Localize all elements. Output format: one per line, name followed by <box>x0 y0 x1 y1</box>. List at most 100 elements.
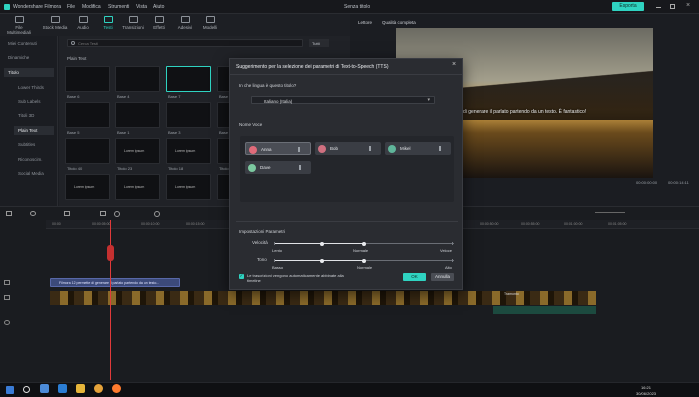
thumb-label: Base 4 <box>117 94 130 99</box>
menu-vista[interactable]: Vista <box>136 4 147 10</box>
text-template-thumb[interactable] <box>65 102 110 128</box>
color-icon[interactable] <box>154 211 160 217</box>
text-template-thumb[interactable] <box>166 102 211 128</box>
tab-player[interactable]: Lettore <box>358 20 372 25</box>
sidebar-item-plain-text[interactable]: Plain Text <box>14 126 54 135</box>
menu-file[interactable]: File <box>67 4 75 10</box>
close-icon[interactable]: × <box>686 2 690 9</box>
dialog-divider <box>236 221 458 222</box>
sidebar-item-lower-thirds[interactable]: Lower Thirds <box>14 83 54 92</box>
speed-icon[interactable] <box>114 211 120 217</box>
voice-card-anna[interactable]: Anna <box>245 142 311 155</box>
task-view-icon[interactable] <box>40 384 49 393</box>
app-logo-icon <box>4 4 10 10</box>
project-name: Senza titolo <box>344 4 371 10</box>
text-template-thumb-selected[interactable] <box>166 66 211 92</box>
playhead-handle[interactable] <box>107 245 114 261</box>
tool-stickers[interactable]: Adesivi <box>172 16 198 30</box>
text-template-thumb[interactable]: Lorem ipsum <box>166 174 211 200</box>
speaker-icon[interactable] <box>298 147 304 152</box>
sidebar-item-3d-titles[interactable]: Titoli 3D <box>14 111 54 120</box>
voice-name: Dave <box>260 165 271 170</box>
text-icon <box>103 16 113 23</box>
speaker-icon[interactable] <box>439 146 445 151</box>
search-taskbar-icon[interactable] <box>23 386 30 393</box>
quality-dropdown[interactable]: Qualità completa <box>382 20 416 25</box>
text-template-thumb[interactable]: Lorem ipsum <box>166 138 211 164</box>
thumb-label: Base 6 <box>67 94 80 99</box>
sidebar-item-titles[interactable]: Titolo <box>4 68 54 77</box>
speaker-icon[interactable] <box>299 165 305 170</box>
language-dropdown[interactable]: Italiano (Italia) ▾ <box>251 96 435 104</box>
maximize-icon[interactable] <box>670 4 675 9</box>
video-track-icon <box>4 295 10 300</box>
grid-icon[interactable] <box>6 211 12 216</box>
text-template-thumb[interactable] <box>115 102 160 128</box>
sidebar-item-subtitles[interactable]: Subtitles <box>14 140 54 149</box>
template-icon <box>205 16 215 23</box>
pitch-marker <box>320 258 324 263</box>
sidebar-item-dynamic[interactable]: Dinamiche <box>4 53 54 62</box>
text-clip[interactable]: Filmora 12 permette di generare il parla… <box>50 278 180 287</box>
tool-stock[interactable]: Stock Media <box>42 16 68 30</box>
dialog-close-icon[interactable]: × <box>452 61 456 68</box>
speed-knob[interactable] <box>362 241 366 246</box>
pitch-slider[interactable] <box>274 258 454 263</box>
tool-templates[interactable]: Modelli <box>197 16 223 30</box>
thumb-label: Titolo 18 <box>168 166 184 171</box>
edge-icon[interactable] <box>58 384 67 393</box>
minimize-icon[interactable] <box>656 7 661 8</box>
tool-audio[interactable]: Audio <box>70 16 96 30</box>
text-tool-icon[interactable] <box>100 211 106 216</box>
tool-text[interactable]: Testi <box>95 16 121 30</box>
stock-icon <box>50 16 60 23</box>
text-template-thumb[interactable]: Lorem ipsum <box>115 138 160 164</box>
sidebar-item-my-content[interactable]: Miei Contenuti <box>4 39 54 48</box>
chrome-icon[interactable] <box>94 384 103 393</box>
text-template-thumb[interactable] <box>115 66 160 92</box>
playhead[interactable] <box>110 220 111 380</box>
tool-media[interactable]: File Multimediali <box>6 16 32 35</box>
filter-dropdown[interactable]: Tutti <box>309 39 329 47</box>
sidebar-item-sub-labels[interactable]: Sub Labels <box>14 97 54 106</box>
text-template-thumb[interactable] <box>65 66 110 92</box>
text-template-thumb[interactable]: Lorem ipsum <box>65 174 110 200</box>
voice-name: Mikel <box>400 146 411 151</box>
zoom-slider[interactable] <box>595 212 625 213</box>
pitch-knob[interactable] <box>362 258 366 263</box>
sidebar-item-social[interactable]: Social Media <box>14 169 54 178</box>
cancel-button[interactable]: Annulla <box>431 273 454 281</box>
sticker-icon <box>180 16 190 23</box>
video-clip-label: Tramonto <box>504 292 519 296</box>
speaker-icon[interactable] <box>369 146 375 151</box>
menu-aiuto[interactable]: Aiuto <box>153 4 164 10</box>
search-field[interactable]: Cerca Testi <box>67 39 303 47</box>
speed-slider[interactable] <box>274 241 454 246</box>
export-button[interactable]: Esporta <box>612 2 644 11</box>
auto-match-checkbox[interactable]: ✓ <box>239 273 244 279</box>
audio-clip[interactable] <box>493 306 596 314</box>
tool-transitions[interactable]: Transizioni <box>120 16 146 30</box>
menu-strumenti[interactable]: Strumenti <box>108 4 129 10</box>
undo-icon[interactable] <box>30 211 36 216</box>
windows-start-icon[interactable] <box>6 386 14 394</box>
text-template-thumb[interactable]: Lorem ipsum <box>115 174 160 200</box>
explorer-icon[interactable] <box>76 384 85 393</box>
video-clip[interactable]: Tramonto <box>50 291 596 305</box>
voice-section-title: Nome Voce <box>239 122 263 127</box>
sidebar-item-recognition[interactable]: Riconoscim. <box>14 155 54 164</box>
menu-modifica[interactable]: Modifica <box>82 4 101 10</box>
speed-tick-high: Veloce <box>440 248 453 253</box>
auto-match-label: Le trascrizioni vengono automaticamente … <box>247 273 344 283</box>
firefox-icon[interactable] <box>112 384 121 393</box>
voice-card-mikel[interactable]: Mikel <box>385 142 451 155</box>
music-track-icon <box>4 320 10 325</box>
voice-card-bob[interactable]: Bob <box>315 142 381 155</box>
voice-card-dave[interactable]: Dave <box>245 161 311 174</box>
text-template-thumb[interactable] <box>65 138 110 164</box>
delete-icon[interactable] <box>64 211 70 216</box>
chevron-down-icon: ▾ <box>427 97 430 103</box>
tool-effects[interactable]: Effetti <box>146 16 172 30</box>
ok-button[interactable]: OK <box>403 273 426 281</box>
pitch-tick-high: Alto <box>445 265 452 270</box>
